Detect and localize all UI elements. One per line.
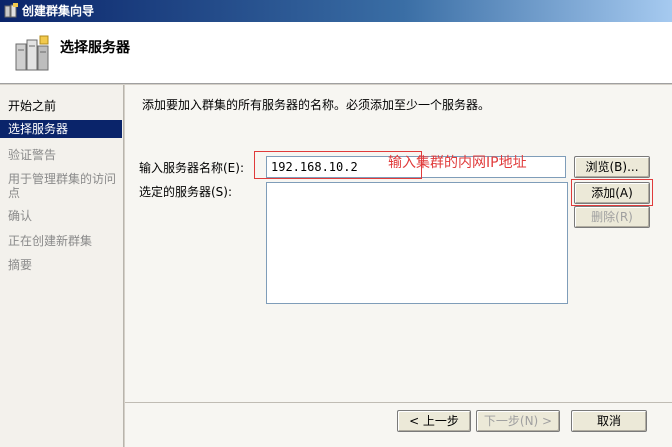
cluster-wizard-icon — [4, 3, 18, 18]
page-title: 选择服务器 — [60, 40, 130, 56]
server-cluster-icon — [15, 35, 49, 71]
sidebar-item-access-point-line2: 点 — [8, 186, 21, 200]
selected-servers-label: 选定的服务器(S): — [139, 185, 233, 199]
annotation-text: 输入集群的内网IP地址 — [388, 155, 527, 171]
wizard-header: 选择服务器 — [0, 22, 672, 84]
sidebar-item-access-point-line1[interactable]: 用于管理群集的访问 — [0, 172, 122, 186]
server-name-label: 输入服务器名称(E): — [139, 161, 244, 175]
footer-divider — [125, 402, 672, 403]
instruction-text: 添加要加入群集的所有服务器的名称。必须添加至少一个服务器。 — [142, 98, 491, 112]
sidebar-item-validation-warning[interactable]: 验证警告 — [0, 148, 122, 162]
previous-button[interactable]: < 上一步 — [397, 410, 471, 432]
sidebar-item-before-you-begin[interactable]: 开始之前 — [0, 99, 122, 113]
remove-button[interactable]: 删除(R) — [574, 206, 650, 228]
next-button[interactable]: 下一步(N) > — [476, 410, 560, 432]
sidebar-item-select-servers[interactable]: 选择服务器 — [0, 120, 122, 138]
selected-servers-list[interactable] — [266, 182, 568, 304]
wizard-content: 添加要加入群集的所有服务器的名称。必须添加至少一个服务器。 输入服务器名称(E)… — [125, 85, 672, 447]
sidebar-item-confirmation[interactable]: 确认 — [0, 209, 122, 223]
sidebar-item-summary[interactable]: 摘要 — [0, 258, 122, 272]
cancel-button[interactable]: 取消 — [571, 410, 647, 432]
annotation-box-add — [571, 179, 653, 206]
wizard-steps-sidebar: 开始之前 选择服务器 验证警告 用于管理群集的访问 点 确认 正在创建新群集 摘… — [0, 85, 124, 447]
sidebar-item-creating-cluster[interactable]: 正在创建新群集 — [0, 234, 122, 248]
window-title: 创建群集向导 — [22, 4, 95, 18]
window-titlebar[interactable]: 创建群集向导 — [0, 0, 672, 22]
browse-button[interactable]: 浏览(B)... — [574, 156, 650, 178]
